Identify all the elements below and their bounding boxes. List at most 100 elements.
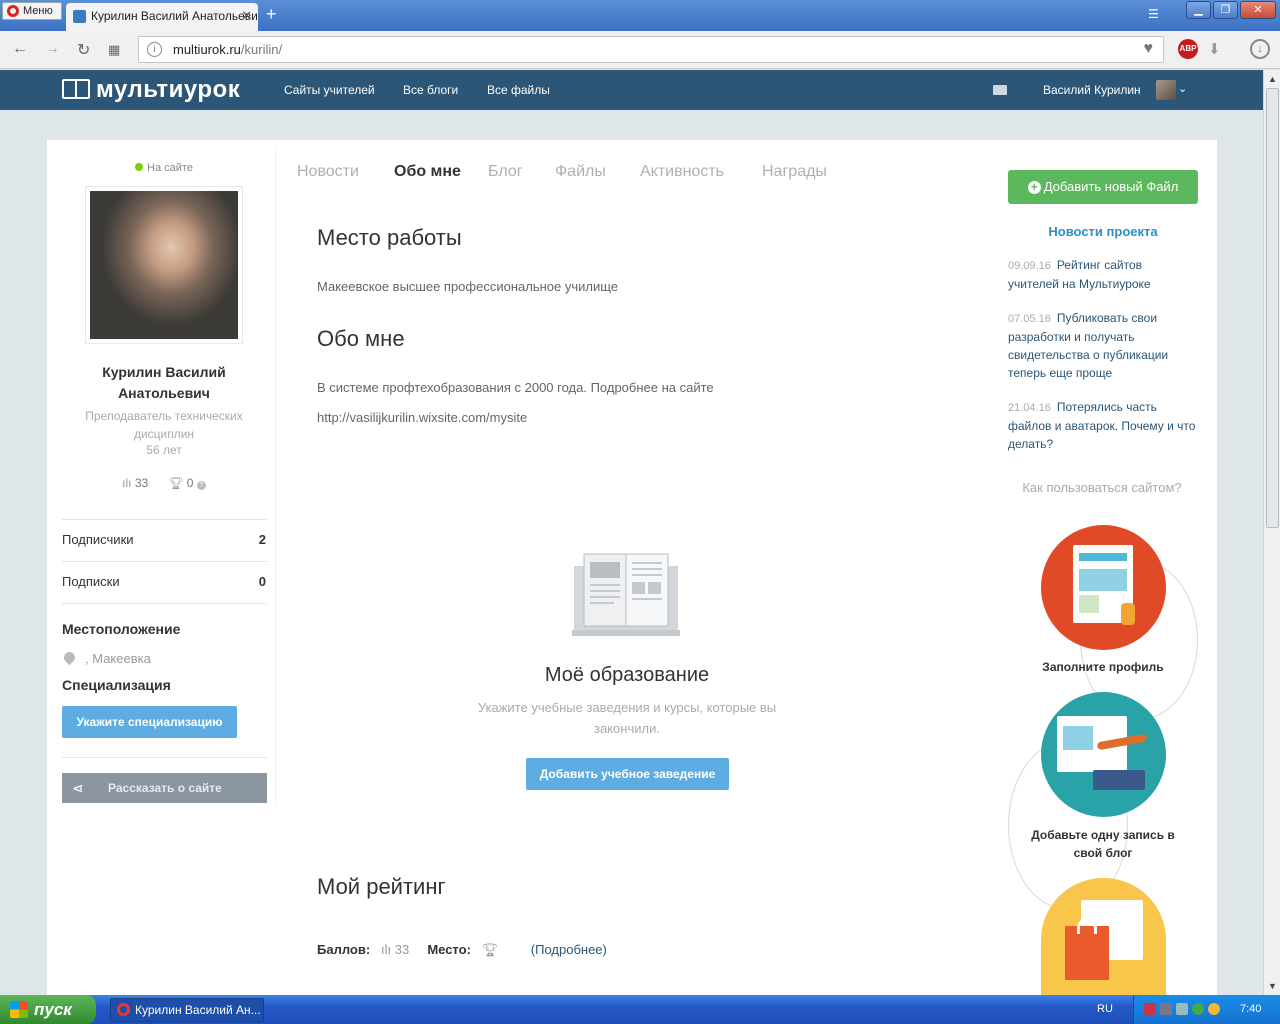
address-url[interactable]: multiurok.ru/kurilin/ — [173, 42, 282, 57]
fill-profile-step[interactable]: Заполните профиль — [1020, 658, 1186, 676]
fill-profile-illustration[interactable] — [1041, 525, 1166, 650]
address-bar[interactable]: i multiurok.ru/kurilin/ ♥ — [138, 36, 1164, 63]
scrollbar-thumb[interactable] — [1266, 88, 1279, 528]
location: , Макеевка — [61, 649, 151, 666]
share-site-label: Рассказать о сайте — [108, 781, 222, 795]
tab-files[interactable]: Файлы — [555, 163, 606, 181]
page-scrollbar[interactable]: ▲ ▼ — [1263, 70, 1280, 995]
share-site-button[interactable]: ⋖ Рассказать о сайте — [62, 773, 267, 803]
header-avatar[interactable] — [1156, 80, 1176, 100]
tray-update-icon[interactable] — [1192, 1003, 1204, 1015]
windows-logo-icon — [10, 1001, 28, 1018]
chevron-down-icon[interactable]: ⌄ — [1178, 82, 1187, 95]
trophy-icon: 🏆︎ — [474, 942, 499, 957]
speed-dial-grid-icon[interactable]: ▦ — [108, 42, 120, 58]
opera-logo-icon — [7, 5, 19, 17]
subscriptions-row[interactable]: Подписки 0 — [62, 574, 266, 589]
tray-network-icon[interactable] — [1160, 1003, 1172, 1015]
subscribers-label: Подписчики — [62, 532, 134, 547]
opera-menu-button[interactable]: Меню — [2, 2, 62, 20]
tab-about[interactable]: Обо мне — [394, 163, 461, 181]
tray-security-icon[interactable] — [1208, 1003, 1220, 1015]
maximize-window-icon[interactable]: ❐ — [1213, 1, 1238, 19]
tab-activity[interactable]: Активность — [640, 163, 724, 181]
map-pin-icon — [61, 649, 78, 666]
tab-awards[interactable]: Награды — [762, 163, 827, 181]
site-header: мультиурок Сайты учителей Все блоги Все … — [0, 70, 1263, 110]
tab-menu-icon[interactable]: ☰ — [1148, 7, 1162, 21]
start-button[interactable]: пуск — [0, 995, 96, 1024]
taskbar-opera-window[interactable]: Курилин Василий Ан... — [110, 998, 264, 1022]
news-item[interactable]: 21.04.16 Потерялись часть файлов и аватар… — [1008, 398, 1196, 453]
adblock-label: ABP — [1179, 44, 1197, 53]
new-tab-icon[interactable]: + — [266, 4, 277, 25]
browser-tab-title: Курилин Василий Анатольевич — [91, 9, 258, 23]
subscribers-row[interactable]: Подписчики 2 — [62, 532, 266, 547]
work-heading: Место работы — [317, 225, 462, 250]
news-item[interactable]: 07.05.16 Публиковать свои разработки и по… — [1008, 309, 1196, 382]
rating-points[interactable]: 33 — [135, 476, 148, 490]
place-label: Место: — [427, 942, 471, 957]
start-label: пуск — [34, 1000, 72, 1019]
tab-news[interactable]: Новости — [297, 163, 359, 181]
nav-all-files[interactable]: Все файлы — [487, 83, 550, 97]
profile-photo-image — [90, 191, 238, 339]
shop-illustration[interactable] — [1041, 878, 1166, 995]
browser-tab-active[interactable]: Курилин Василий Анатольевич ✕ — [66, 3, 258, 31]
site-info-icon[interactable]: i — [147, 42, 162, 57]
nav-all-blogs[interactable]: Все блоги — [403, 83, 458, 97]
window-controls: ▁ ❐ ✕ — [1186, 1, 1276, 21]
forward-arrow-icon[interactable]: → — [44, 40, 60, 58]
profile-photo[interactable] — [85, 186, 243, 344]
reload-icon[interactable]: ↻ — [77, 40, 90, 60]
online-status: На сайте — [80, 162, 248, 174]
profile-full-name: Курилин Василий Анатольевич — [102, 364, 226, 401]
tab-blog[interactable]: Блог — [488, 163, 523, 181]
rating-summary: Баллов: ılı 33 Место: 🏆︎ (Подробнее) — [317, 942, 607, 958]
minimize-window-icon[interactable]: ▁ — [1186, 1, 1211, 19]
points-label: Баллов: — [317, 942, 371, 957]
extension-icon[interactable]: ⬇ — [1208, 40, 1228, 58]
book-logo-icon — [62, 79, 90, 99]
specify-specialization-button[interactable]: Укажите специализацию — [62, 706, 237, 738]
back-arrow-icon[interactable]: ← — [12, 40, 28, 58]
news-item[interactable]: 09.09.16 Рейтинг сайтов учителей на Мульт… — [1008, 256, 1196, 293]
news-date: 09.09.16 — [1008, 260, 1051, 272]
add-new-file-label: Добавить новый Файл — [1043, 179, 1179, 194]
add-blog-post-illustration[interactable] — [1041, 692, 1166, 817]
add-new-file-button[interactable]: + Добавить новый Файл — [1008, 170, 1198, 204]
divider — [62, 561, 267, 562]
column-divider — [275, 150, 276, 802]
tray-app-icon[interactable] — [1144, 1003, 1156, 1015]
tray-volume-icon[interactable] — [1176, 1003, 1188, 1015]
nav-teacher-sites[interactable]: Сайты учителей — [284, 83, 375, 97]
how-to-use-link[interactable]: Как пользоваться сайтом? — [1008, 480, 1196, 495]
site-logo[interactable]: мультиурок — [62, 78, 240, 102]
rating-details-link[interactable]: (Подробнее) — [531, 942, 607, 957]
subscribers-count: 2 — [258, 532, 266, 547]
scroll-down-icon[interactable]: ▼ — [1266, 979, 1279, 993]
about-text: В системе профтехобразования с 2000 года… — [317, 380, 714, 395]
adblock-plus-icon[interactable]: ABP — [1178, 39, 1198, 59]
awards-count[interactable]: 0 — [187, 476, 194, 490]
close-window-icon[interactable]: ✕ — [1240, 1, 1276, 19]
opera-menu-label: Меню — [23, 5, 53, 17]
close-tab-icon[interactable]: ✕ — [241, 3, 252, 29]
language-indicator[interactable]: RU — [1097, 1003, 1113, 1015]
about-link[interactable]: http://vasilijkurilin.wixsite.com/mysite — [317, 410, 527, 425]
online-dot-icon — [135, 163, 144, 171]
profile-stats: ılı 33 🏆︎ 0 ? — [62, 476, 266, 490]
help-icon[interactable]: ? — [196, 481, 206, 490]
specialization-heading: Специализация — [62, 677, 171, 693]
bookmark-heart-icon[interactable]: ♥ — [1144, 40, 1154, 58]
site-favicon-icon — [73, 10, 86, 23]
divider — [62, 757, 267, 758]
bar-chart-icon: ılı — [373, 942, 392, 957]
education-title: Моё образование — [544, 664, 710, 686]
add-blog-post-step[interactable]: Добавьте одну запись в свой блог — [1020, 826, 1186, 862]
downloads-icon[interactable]: ↓ — [1250, 39, 1270, 59]
add-education-button[interactable]: Добавить учебное заведение — [526, 758, 729, 790]
header-username[interactable]: Василий Курилин — [1043, 83, 1141, 97]
mail-icon[interactable] — [993, 85, 1007, 95]
scroll-up-icon[interactable]: ▲ — [1266, 72, 1279, 86]
